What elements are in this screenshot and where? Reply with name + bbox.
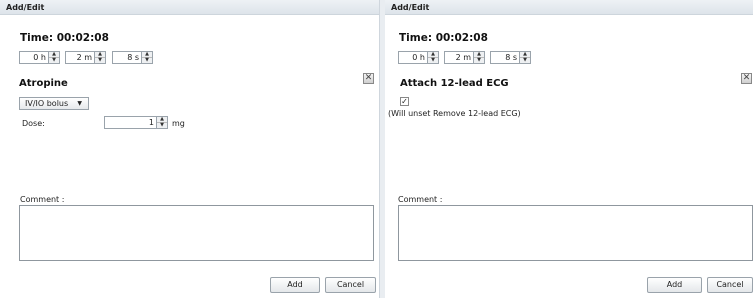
down-arrow-icon[interactable]: ▼	[95, 58, 105, 63]
hours-spinner[interactable]: 0 h ▲ ▼	[398, 51, 439, 64]
comment-label: Comment :	[398, 195, 443, 204]
hours-spin-buttons: ▲ ▼	[427, 52, 438, 63]
dose-unit: mg	[172, 119, 185, 128]
window-title: Add/Edit	[0, 0, 379, 15]
time-label: Time:	[20, 32, 54, 44]
add-button[interactable]: Add	[270, 277, 320, 293]
seconds-value: 8 s	[505, 53, 517, 62]
time-label: Time:	[399, 32, 433, 44]
add-button[interactable]: Add	[647, 277, 702, 293]
down-arrow-icon[interactable]: ▼	[520, 58, 530, 63]
hours-value: 0 h	[33, 53, 46, 62]
attach-ecg-checkbox[interactable]: ✓	[400, 97, 409, 106]
minutes-spin-buttons: ▲ ▼	[473, 52, 484, 63]
comment-label: Comment :	[20, 195, 65, 204]
hours-spin-buttons: ▲ ▼	[48, 52, 59, 63]
chevron-down-icon: ▼	[77, 100, 82, 107]
dose-spinner[interactable]: 1 ▲ ▼	[104, 116, 168, 129]
section-title: Atropine	[19, 78, 68, 89]
seconds-value: 8 s	[127, 53, 139, 62]
time-value: 00:02:08	[435, 32, 488, 44]
time-row: Time: 00:02:08	[399, 32, 488, 44]
seconds-spin-buttons: ▲ ▼	[141, 52, 152, 63]
checkmark-icon: ✓	[401, 97, 408, 106]
route-value: IV/IO bolus	[25, 99, 69, 108]
minutes-spinner[interactable]: 2 m ▲ ▼	[444, 51, 485, 64]
window-title: Add/Edit	[385, 0, 753, 15]
minutes-spinner[interactable]: 2 m ▲ ▼	[65, 51, 106, 64]
minutes-value: 2 m	[455, 53, 471, 62]
down-arrow-icon[interactable]: ▼	[157, 123, 167, 128]
seconds-spinner[interactable]: 8 s ▲ ▼	[112, 51, 153, 64]
unset-note: (Will unset Remove 12-lead ECG)	[388, 109, 521, 118]
down-arrow-icon[interactable]: ▼	[142, 58, 152, 63]
close-x-icon[interactable]: ✕	[741, 73, 752, 84]
seconds-spin-buttons: ▲ ▼	[519, 52, 530, 63]
down-arrow-icon[interactable]: ▼	[474, 58, 484, 63]
route-select[interactable]: IV/IO bolus ▼	[19, 97, 89, 110]
down-arrow-icon[interactable]: ▼	[428, 58, 438, 63]
section-title: Attach 12-lead ECG	[400, 78, 509, 89]
time-value: 00:02:08	[56, 32, 109, 44]
down-arrow-icon[interactable]: ▼	[49, 58, 59, 63]
comment-textarea[interactable]	[398, 205, 753, 261]
minutes-value: 2 m	[76, 53, 92, 62]
hours-spinner[interactable]: 0 h ▲ ▼	[19, 51, 60, 64]
time-row: Time: 00:02:08	[20, 32, 109, 44]
dose-label: Dose:	[22, 119, 45, 128]
seconds-spinner[interactable]: 8 s ▲ ▼	[490, 51, 531, 64]
add-edit-panel-ecg: Add/Edit Time: 00:02:08 0 h ▲ ▼ 2 m ▲ ▼ …	[385, 0, 753, 298]
cancel-button[interactable]: Cancel	[707, 277, 753, 293]
minutes-spin-buttons: ▲ ▼	[94, 52, 105, 63]
close-x-icon[interactable]: ✕	[363, 73, 374, 84]
dose-spin-buttons: ▲ ▼	[156, 117, 167, 128]
cancel-button[interactable]: Cancel	[325, 277, 376, 293]
add-edit-panel-atropine: Add/Edit Time: 00:02:08 0 h ▲ ▼ 2 m ▲ ▼ …	[0, 0, 380, 298]
comment-textarea[interactable]	[19, 205, 374, 261]
hours-value: 0 h	[412, 53, 425, 62]
dose-value: 1	[148, 118, 154, 127]
